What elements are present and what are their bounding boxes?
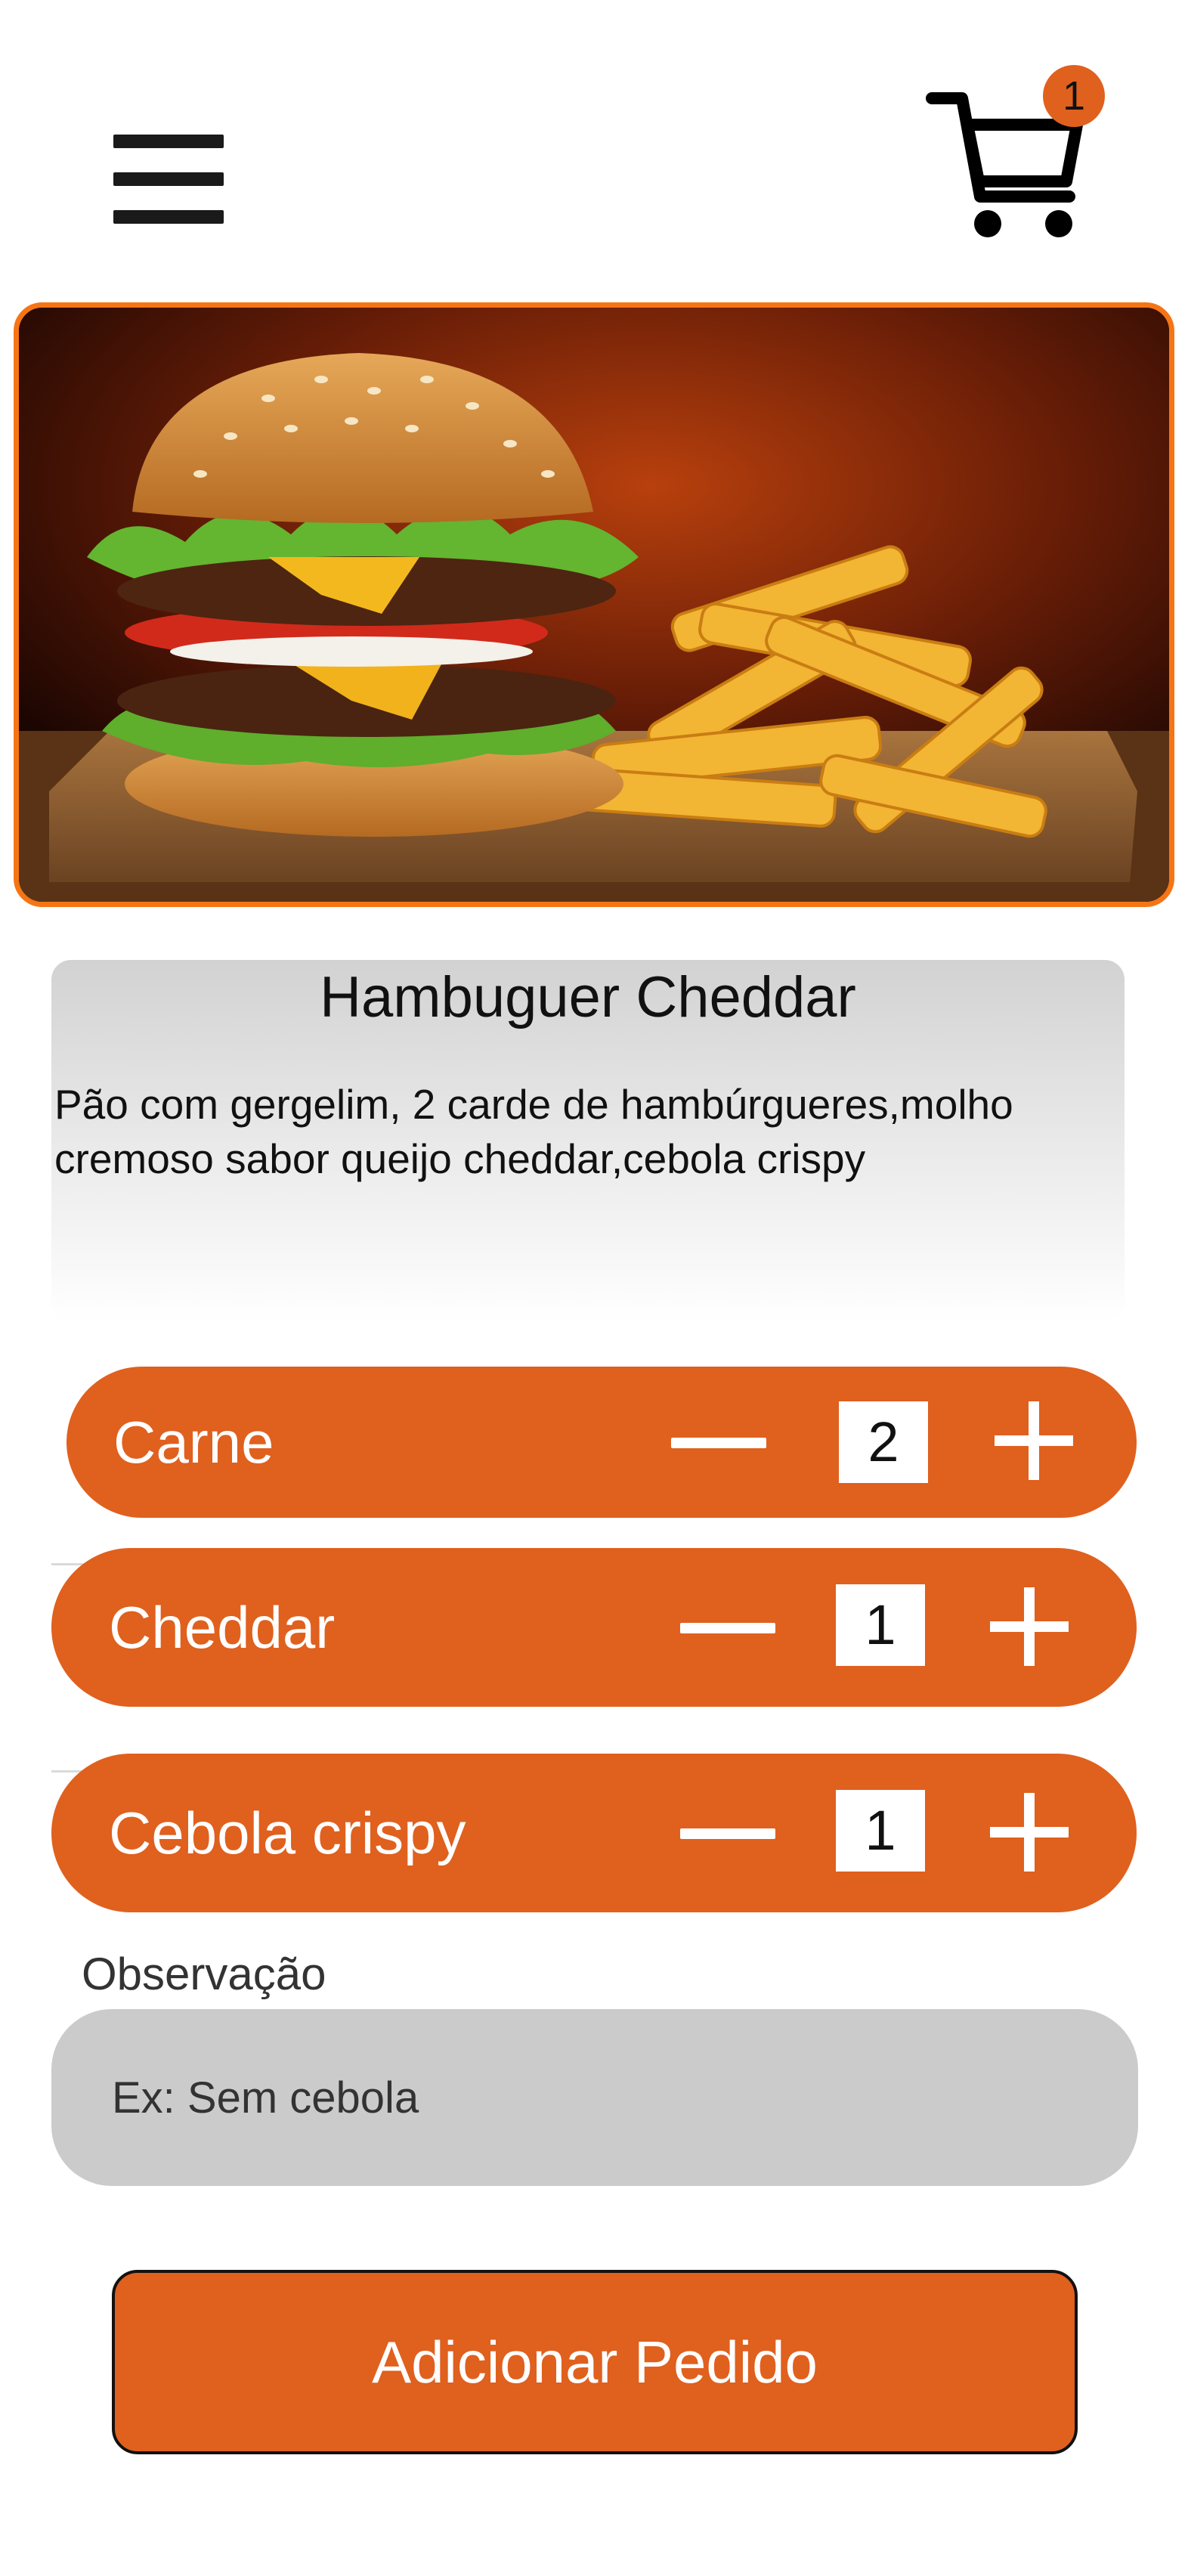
menu-button[interactable]	[113, 135, 224, 224]
decrease-button[interactable]	[680, 1590, 775, 1665]
menu-bar	[113, 210, 224, 224]
quantity-value: 1	[836, 1584, 925, 1666]
option-row-carne: Carne 2	[67, 1367, 1137, 1518]
observation-label: Observação	[82, 1949, 326, 1999]
menu-bar	[113, 172, 224, 186]
option-label: Cheddar	[109, 1594, 336, 1661]
decrease-button[interactable]	[680, 1795, 775, 1871]
product-description: Pão com gergelim, 2 carde de hambúrguere…	[54, 1081, 1013, 1182]
option-label: Carne	[113, 1409, 274, 1475]
menu-bar	[113, 135, 224, 148]
option-label: Cebola crispy	[109, 1800, 466, 1866]
decrease-button[interactable]	[671, 1404, 766, 1480]
increase-button[interactable]	[990, 1793, 1069, 1872]
observation-input[interactable]	[51, 2009, 1138, 2186]
quantity-value: 2	[839, 1401, 928, 1483]
increase-button[interactable]	[995, 1401, 1073, 1480]
burger-and-fries-photo	[19, 308, 1169, 902]
option-row-cheddar: Cheddar 1	[51, 1548, 1137, 1707]
product-image	[14, 302, 1174, 907]
cart-count-badge: 1	[1043, 65, 1105, 127]
add-order-button[interactable]: Adicionar Pedido	[112, 2270, 1078, 2454]
quantity-value: 1	[836, 1790, 925, 1872]
product-title: Hambuguer Cheddar	[320, 965, 856, 1029]
increase-button[interactable]	[990, 1587, 1069, 1666]
option-row-cebola-crispy: Cebola crispy 1	[51, 1754, 1137, 1912]
